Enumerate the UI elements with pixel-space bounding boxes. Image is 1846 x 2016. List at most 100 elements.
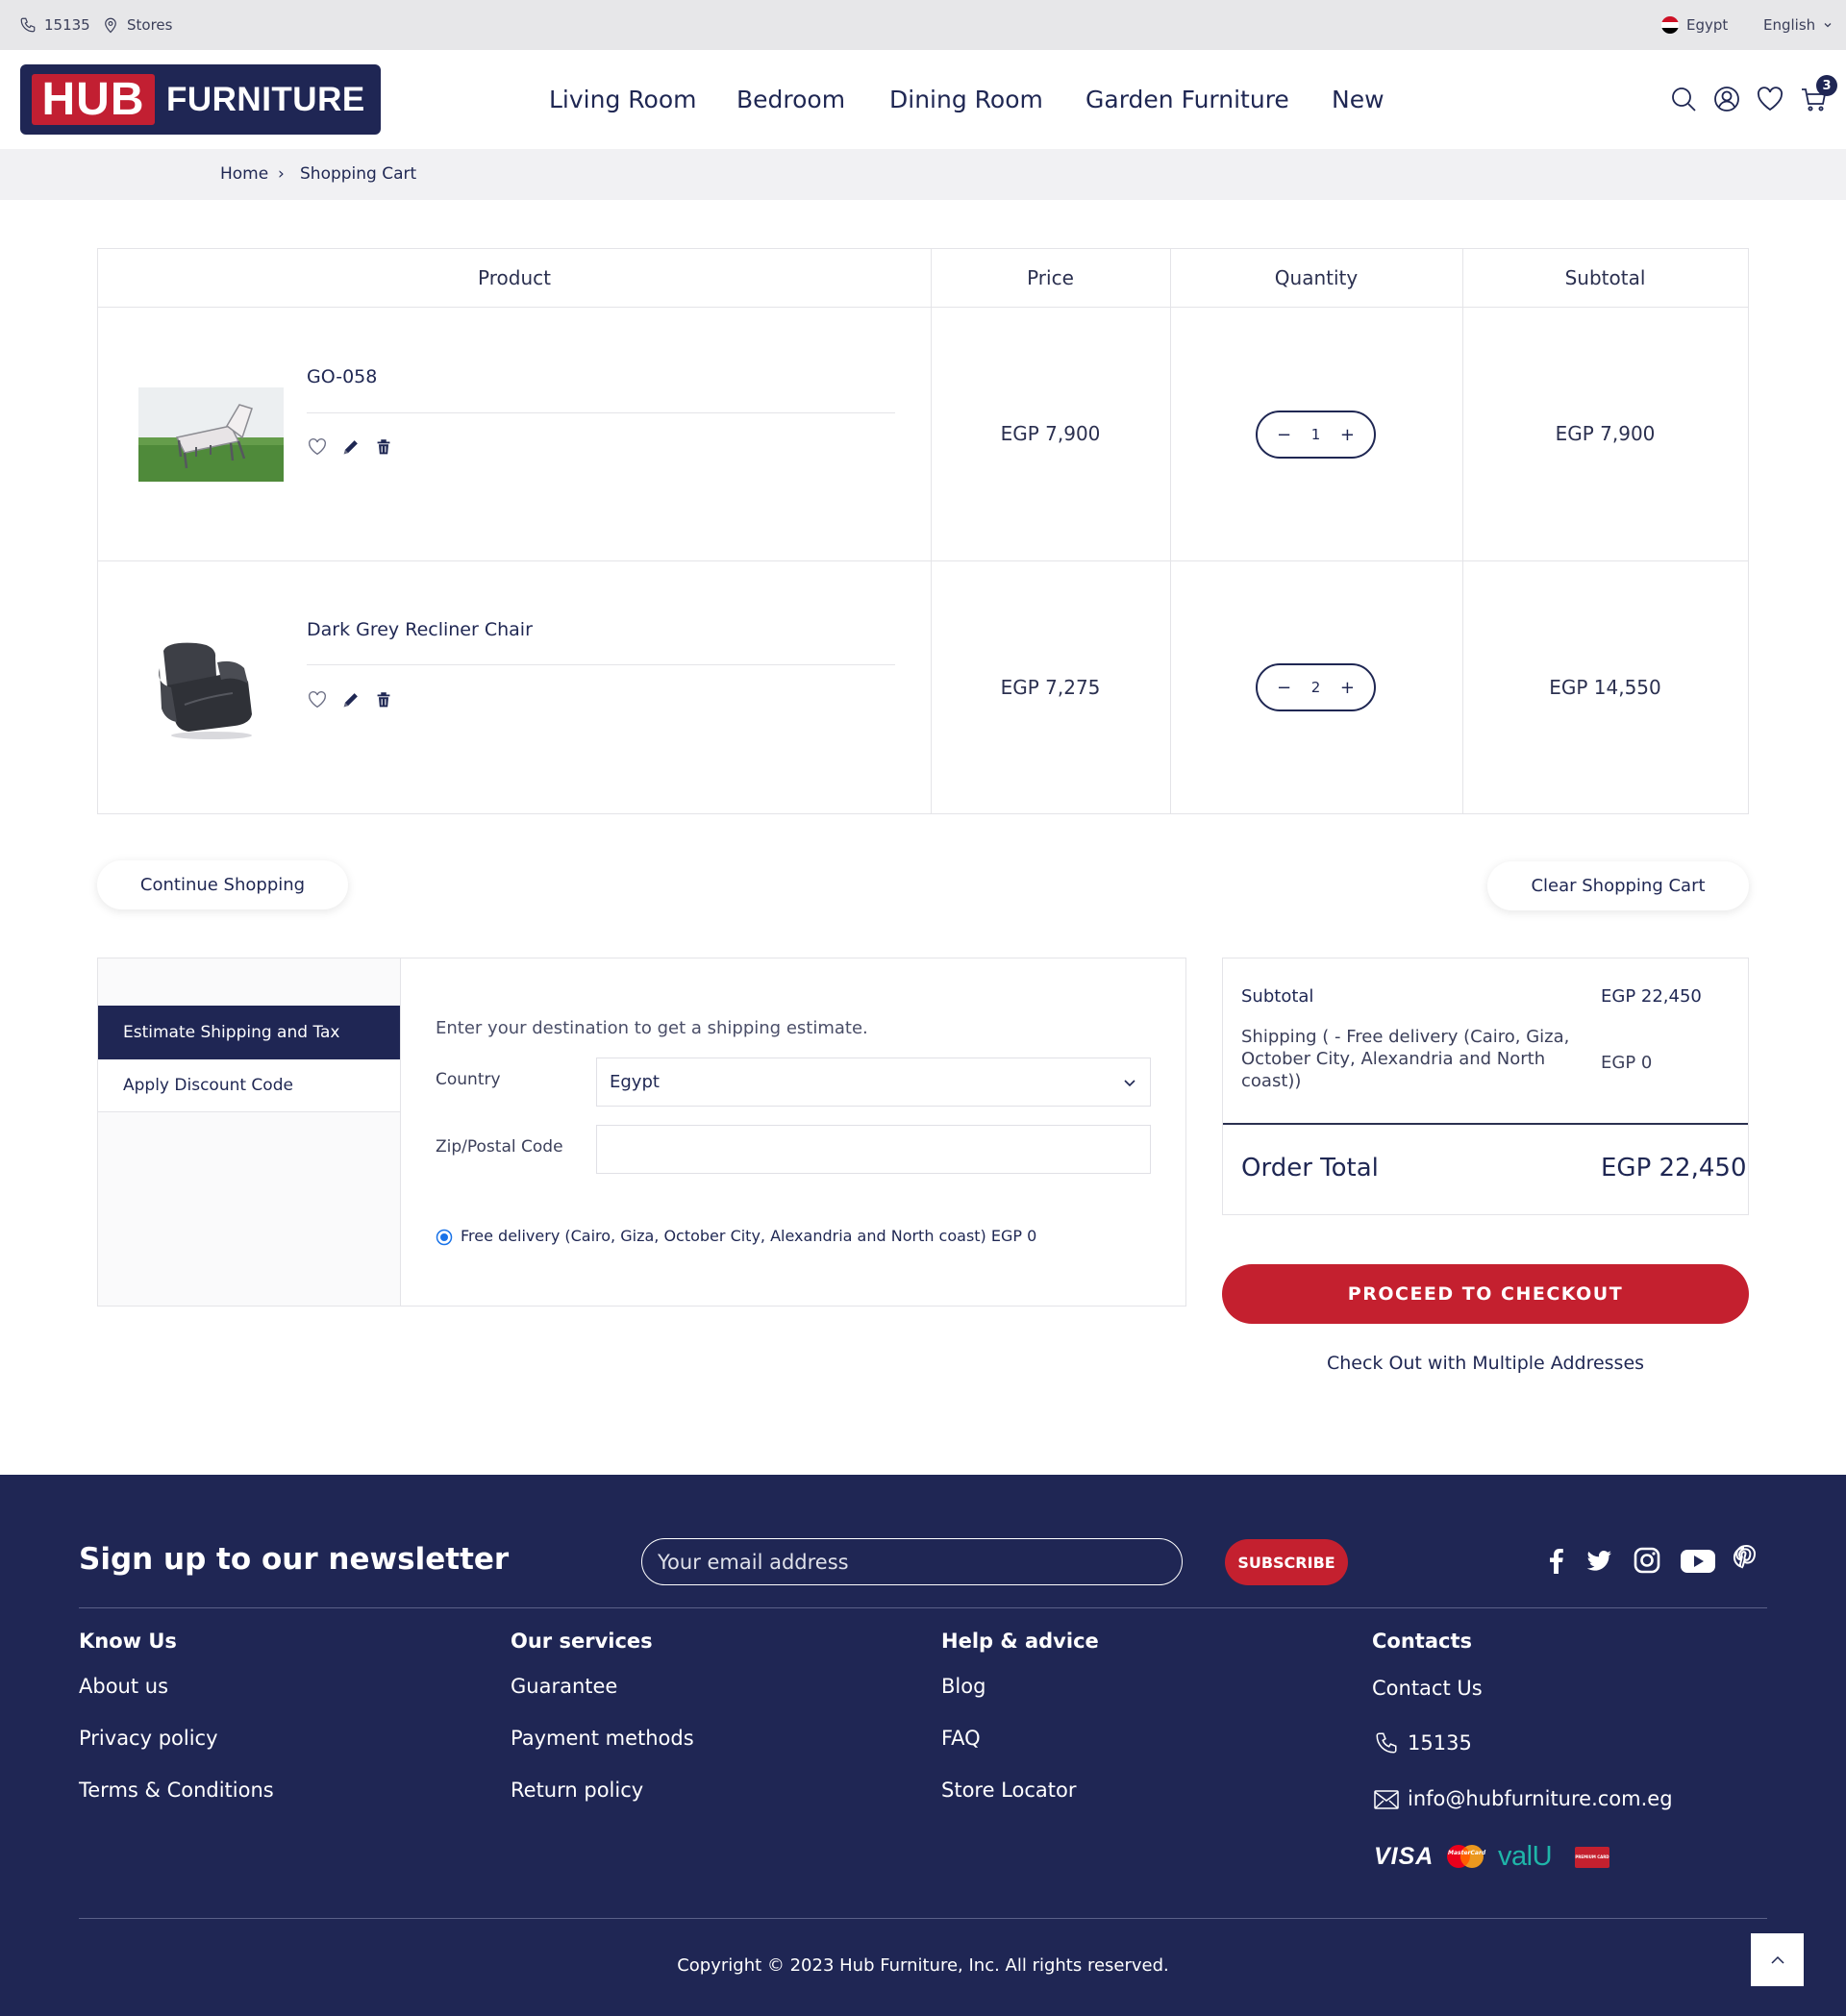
user-icon[interactable] [1712, 85, 1741, 113]
footer-link-faq[interactable]: FAQ [941, 1727, 981, 1750]
stores-label: Stores [127, 16, 173, 34]
trash-icon[interactable] [373, 436, 394, 458]
country-switcher[interactable]: Egypt [1661, 0, 1728, 50]
edit-pencil-icon[interactable] [340, 436, 362, 458]
newsletter-email-input[interactable]: Your email address [641, 1538, 1183, 1585]
chevron-down-icon [1824, 23, 1832, 28]
divider [307, 412, 895, 413]
footer-link-contact-us[interactable]: Contact Us [1372, 1677, 1483, 1700]
footer-link-privacy-policy[interactable]: Privacy policy [79, 1727, 218, 1750]
tab-estimate-shipping[interactable]: Estimate Shipping and Tax [98, 1006, 400, 1059]
chevron-up-icon [1770, 1955, 1784, 1964]
logo[interactable]: HUB FURNITURE [20, 64, 381, 135]
top-bar: 15135 Stores Egypt English [0, 0, 1846, 50]
product-image-recliner[interactable] [138, 630, 284, 745]
footer-link-store-locator[interactable]: Store Locator [941, 1779, 1077, 1802]
proceed-to-checkout-button[interactable]: PROCEED TO CHECKOUT [1222, 1264, 1749, 1324]
tab-discount-code[interactable]: Apply Discount Code [98, 1059, 400, 1112]
nav-garden-furniture[interactable]: Garden Furniture [1085, 86, 1289, 113]
zip-label: Zip/Postal Code [436, 1137, 563, 1157]
shipping-intro: Enter your destination to get a shipping… [436, 1018, 868, 1038]
country-select[interactable]: Egypt [596, 1058, 1151, 1107]
delivery-radio[interactable] [436, 1229, 453, 1246]
footer-link-terms[interactable]: Terms & Conditions [79, 1779, 274, 1802]
footer-link-guarantee[interactable]: Guarantee [511, 1675, 617, 1698]
breadcrumb-current: Shopping Cart [300, 164, 417, 184]
product-name[interactable]: GO-058 [307, 366, 377, 387]
clear-cart-button[interactable]: Clear Shopping Cart [1487, 861, 1749, 910]
footer-link-payment-methods[interactable]: Payment methods [511, 1727, 694, 1750]
wishlist-heart-icon[interactable] [307, 689, 328, 710]
country-label: Country [436, 1070, 501, 1089]
back-to-top-button[interactable] [1751, 1933, 1804, 1986]
multiple-addresses-link[interactable]: Check Out with Multiple Addresses [1222, 1353, 1749, 1374]
increase-qty-button[interactable]: + [1340, 678, 1355, 698]
footer-phone[interactable]: 15135 [1408, 1731, 1472, 1755]
breadcrumb-home[interactable]: Home [220, 164, 268, 184]
stores-link[interactable]: Stores [102, 0, 172, 50]
product-price: EGP 7,275 [1000, 676, 1101, 699]
wishlist-heart-icon[interactable] [307, 436, 328, 458]
decrease-qty-button[interactable]: − [1277, 425, 1291, 445]
footer-col-services-title: Our services [511, 1630, 653, 1653]
summary-shipping-label: Shipping ( - Free delivery (Cairo, Giza,… [1241, 1027, 1570, 1091]
header-quantity: Quantity [1170, 249, 1462, 308]
facebook-icon[interactable] [1541, 1545, 1572, 1576]
footer-link-blog[interactable]: Blog [941, 1675, 985, 1698]
location-pin-icon [105, 17, 116, 34]
increase-qty-button[interactable]: + [1340, 425, 1355, 445]
visa-logo: VISA [1374, 1843, 1434, 1870]
footer-link-about-us[interactable]: About us [79, 1675, 168, 1698]
footer-bottom-divider [79, 1918, 1767, 1919]
trash-icon[interactable] [373, 689, 394, 710]
phone-number: 15135 [44, 16, 90, 34]
summary-subtotal-value: EGP 22,450 [1601, 986, 1702, 1007]
breadcrumb: Home › Shopping Cart [0, 149, 1846, 200]
phone-link[interactable]: 15135 [19, 0, 90, 50]
product-image-go-058[interactable] [138, 387, 284, 482]
footer-email[interactable]: info@hubfurniture.com.eg [1408, 1787, 1673, 1810]
order-summary: Subtotal EGP 22,450 Shipping ( - Free de… [1222, 958, 1749, 1215]
egypt-flag-icon [1661, 16, 1679, 34]
country-label: Egypt [1686, 16, 1729, 34]
nav-bedroom[interactable]: Bedroom [736, 86, 845, 113]
footer-divider [79, 1607, 1767, 1608]
subscribe-button[interactable]: SUBSCRIBE [1225, 1539, 1348, 1585]
youtube-icon[interactable] [1680, 1545, 1716, 1576]
edit-pencil-icon[interactable] [340, 689, 362, 710]
continue-shopping-button[interactable]: Continue Shopping [97, 860, 348, 909]
twitter-icon[interactable] [1584, 1545, 1614, 1576]
order-total-label: Order Total [1241, 1154, 1379, 1182]
country-select-value: Egypt [610, 1072, 660, 1092]
search-icon[interactable] [1669, 85, 1698, 113]
quantity-stepper: − + [1256, 663, 1376, 711]
premium-card-logo: PREMIUM CARD [1575, 1847, 1609, 1868]
shipping-tabs: Estimate Shipping and Tax Apply Discount… [98, 958, 401, 1306]
footer-col-know-us-title: Know Us [79, 1630, 177, 1653]
phone-icon [20, 17, 36, 33]
instagram-icon[interactable] [1632, 1545, 1662, 1576]
divider [307, 664, 895, 665]
valu-label: valU [1498, 1841, 1553, 1872]
nav-new[interactable]: New [1332, 86, 1384, 113]
product-name[interactable]: Dark Grey Recliner Chair [307, 619, 533, 640]
nav-living-room[interactable]: Living Room [549, 86, 696, 113]
footer-link-return-policy[interactable]: Return policy [511, 1779, 643, 1802]
language-switcher[interactable]: English [1763, 0, 1833, 50]
logo-furniture: FURNITURE [166, 80, 365, 118]
language-label: English [1763, 16, 1816, 34]
zip-input[interactable] [596, 1125, 1151, 1174]
header-price: Price [931, 249, 1170, 308]
chevron-down-icon [1124, 1080, 1135, 1087]
column-divider [931, 249, 932, 813]
quantity-input[interactable] [1301, 426, 1331, 443]
pinterest-icon[interactable] [1729, 1545, 1759, 1576]
quantity-input[interactable] [1301, 679, 1331, 696]
summary-shipping-value: EGP 0 [1601, 1053, 1653, 1073]
nav-dining-room[interactable]: Dining Room [889, 86, 1043, 113]
breadcrumb-separator: › [278, 164, 285, 184]
heart-icon[interactable] [1756, 85, 1784, 113]
footer-contacts-title: Contacts [1372, 1630, 1472, 1653]
decrease-qty-button[interactable]: − [1277, 678, 1291, 698]
column-divider [1170, 249, 1171, 813]
